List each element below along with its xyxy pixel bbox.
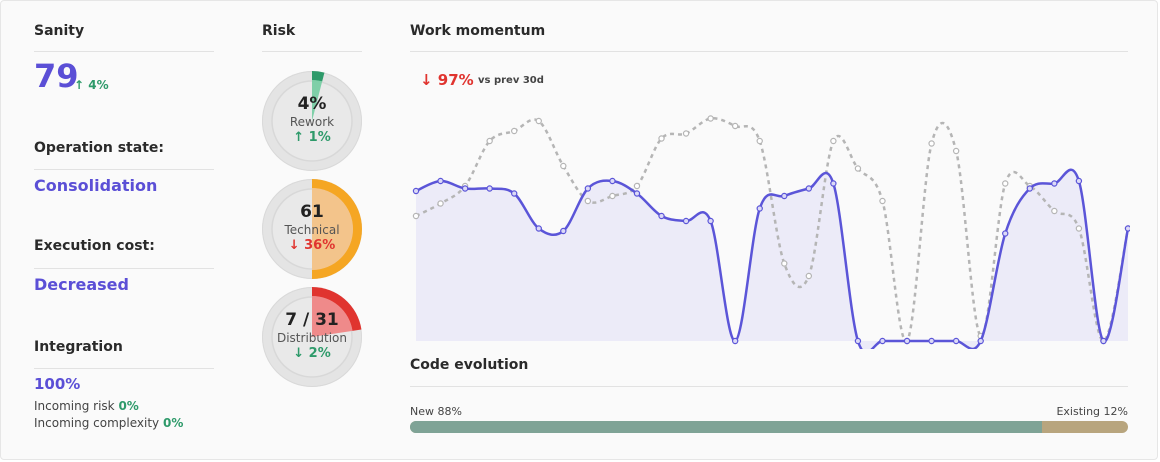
rework-label: Rework xyxy=(289,115,335,129)
previous-point-16 xyxy=(805,272,813,280)
previous-point-6 xyxy=(560,162,567,170)
current-point-15 xyxy=(781,192,788,200)
current-point-10 xyxy=(658,212,665,220)
previous-point-11 xyxy=(682,130,690,137)
incoming-complexity-value: 0% xyxy=(162,416,184,430)
current-point-13 xyxy=(731,337,739,345)
previous-point-15 xyxy=(781,260,788,267)
previous-point-14 xyxy=(756,137,763,145)
incoming-risk-value: 0% xyxy=(118,399,139,413)
previous-point-3 xyxy=(486,137,493,145)
current-point-29 xyxy=(1124,225,1130,232)
integration-title: Integration xyxy=(34,339,123,355)
current-point-5 xyxy=(535,225,542,232)
operation-value: Consolidation xyxy=(34,176,158,195)
new-code-fill xyxy=(410,421,1042,433)
previous-point-24 xyxy=(1002,180,1009,187)
previous-point-1 xyxy=(437,200,444,207)
current-point-16 xyxy=(805,185,813,192)
integration-divider xyxy=(34,368,214,369)
code-evolution-bar xyxy=(410,421,1128,433)
momentum-chart xyxy=(412,115,1130,349)
risk-title: Risk xyxy=(262,23,296,39)
current-point-27 xyxy=(1075,177,1083,185)
current-point-25 xyxy=(1026,185,1033,192)
current-point-14 xyxy=(756,205,763,212)
rework-value: 4% xyxy=(297,94,327,114)
momentum-change: ↓ 97% xyxy=(420,71,474,89)
code-evolution-divider xyxy=(410,386,1128,387)
sanity-score: 79 xyxy=(34,57,79,95)
current-point-22 xyxy=(952,337,960,345)
incoming-risk: Incoming risk 0% xyxy=(34,399,139,413)
previous-point-22 xyxy=(952,147,960,155)
current-point-11 xyxy=(682,217,690,225)
distribution-delta: ↓ 2% xyxy=(293,346,331,361)
previous-point-5 xyxy=(535,117,542,125)
previous-point-0 xyxy=(412,212,420,220)
current-point-19 xyxy=(879,337,886,345)
previous-point-4 xyxy=(511,127,518,135)
operation-title: Operation state: xyxy=(34,140,164,156)
current-point-3 xyxy=(486,185,493,192)
rework-gauge: 4% Rework ↑ 1% xyxy=(262,71,362,171)
previous-point-7 xyxy=(584,197,592,205)
technical-delta: ↓ 36% xyxy=(288,238,336,253)
risk-divider xyxy=(262,51,362,52)
current-point-28 xyxy=(1100,337,1107,345)
current-point-26 xyxy=(1051,180,1058,187)
momentum-compare-label: vs prev 30d xyxy=(478,75,544,86)
code-evolution-title: Code evolution xyxy=(410,357,529,373)
current-point-17 xyxy=(830,180,837,187)
current-point-21 xyxy=(928,337,935,345)
current-point-7 xyxy=(584,185,592,192)
operation-divider xyxy=(34,169,214,170)
distribution-label: Distribution xyxy=(276,331,347,345)
current-point-18 xyxy=(854,337,862,345)
dashboard-panel: Sanity 79 ↑ 4% Operation state: Consolid… xyxy=(0,0,1158,460)
technical-label: Technical xyxy=(284,223,340,237)
execution-divider xyxy=(34,268,214,269)
execution-title: Execution cost: xyxy=(34,238,155,254)
current-point-6 xyxy=(560,227,567,235)
current-point-0 xyxy=(412,187,420,195)
new-code-label: New 88% xyxy=(410,405,462,418)
current-point-20 xyxy=(903,337,911,345)
rework-delta: ↑ 1% xyxy=(293,130,331,145)
previous-point-9 xyxy=(633,182,641,190)
momentum-title: Work momentum xyxy=(410,23,546,39)
momentum-divider xyxy=(410,51,1128,52)
technical-gauge: 61 Technical ↓ 36% xyxy=(262,179,362,279)
previous-point-10 xyxy=(658,135,665,142)
current-point-12 xyxy=(707,217,714,225)
incoming-risk-label: Incoming risk xyxy=(34,399,115,413)
sanity-divider xyxy=(34,51,214,52)
current-point-1 xyxy=(437,177,444,185)
previous-point-17 xyxy=(830,137,837,145)
current-point-9 xyxy=(633,190,641,197)
incoming-complexity: Incoming complexity 0% xyxy=(34,416,183,430)
sanity-title: Sanity xyxy=(34,23,85,39)
previous-point-19 xyxy=(879,197,886,205)
previous-point-26 xyxy=(1051,207,1058,215)
previous-point-12 xyxy=(707,115,714,122)
current-point-8 xyxy=(609,177,616,185)
integration-value: 100% xyxy=(34,375,81,393)
distribution-gauge: 7 / 31 Distribution ↓ 2% xyxy=(262,287,362,387)
previous-point-18 xyxy=(854,165,862,172)
previous-point-21 xyxy=(928,140,935,147)
incoming-complexity-label: Incoming complexity xyxy=(34,416,160,430)
sanity-delta: ↑ 4% xyxy=(74,78,109,92)
current-point-2 xyxy=(461,185,469,192)
existing-code-label: Existing 12% xyxy=(1056,405,1128,418)
current-point-24 xyxy=(1002,230,1009,237)
previous-point-13 xyxy=(731,122,739,130)
execution-value: Decreased xyxy=(34,275,129,294)
current-point-23 xyxy=(977,337,984,345)
previous-point-27 xyxy=(1075,225,1083,232)
previous-point-8 xyxy=(609,192,616,200)
distribution-value: 7 / 31 xyxy=(285,310,339,330)
current-point-4 xyxy=(511,190,518,197)
technical-value: 61 xyxy=(300,202,324,222)
